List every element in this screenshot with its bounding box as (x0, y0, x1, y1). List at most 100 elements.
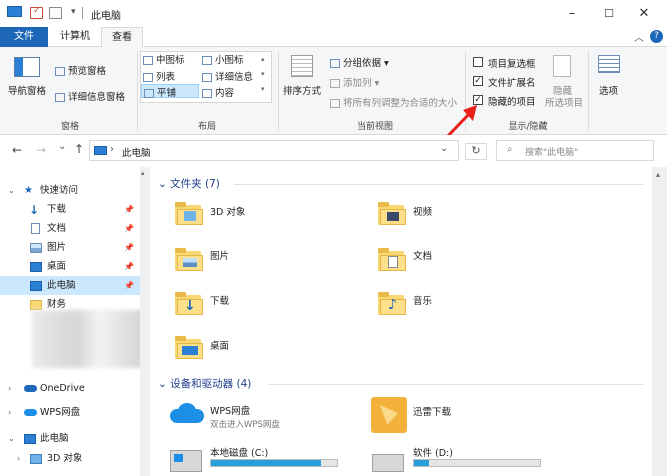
computer-icon (7, 6, 22, 17)
address-path[interactable]: 此电脑 (122, 145, 151, 159)
add-columns-button[interactable]: 添加列 ▾ (330, 75, 379, 89)
forward-button[interactable]: → (36, 143, 46, 157)
ribbon-collapse-button[interactable]: ︿ (634, 29, 644, 44)
item-checkboxes-checkbox[interactable] (473, 57, 483, 67)
nav-this-pc[interactable]: ⌄ 此电脑 (0, 429, 140, 448)
group-label-panes: 窗格 (60, 122, 79, 132)
nav-quick-access[interactable]: ⌄ ★ 快速访问 (0, 181, 140, 200)
options-button[interactable]: 选项 (599, 83, 618, 97)
folder-item-label[interactable]: 3D 对象 (210, 204, 245, 218)
collapse-chevron-icon: › (8, 408, 12, 417)
address-bar[interactable]: › 此电脑 ⌄ (89, 140, 459, 161)
folder-downloads-icon[interactable]: ↓ (175, 291, 203, 315)
drive-d-label[interactable]: 软件 (D:) (413, 445, 453, 459)
details-icon (202, 73, 212, 82)
search-icon: ⌕ (507, 144, 513, 155)
folder-videos-icon[interactable] (378, 201, 406, 225)
nav-onedrive[interactable]: › OneDrive (0, 379, 140, 398)
preview-pane-button[interactable]: 预览窗格 (55, 63, 106, 77)
drive-d-icon[interactable] (372, 454, 404, 472)
back-button[interactable]: ← (12, 143, 22, 157)
drive-c-label[interactable]: 本地磁盘 (C:) (210, 445, 268, 459)
cube-icon (30, 454, 42, 464)
xunlei-icon[interactable] (371, 397, 407, 433)
search-box[interactable]: ⌕ 搜索"此电脑" (496, 140, 654, 161)
nav-item-pictures[interactable]: 图片 📌 (0, 238, 140, 257)
refresh-button[interactable]: ↻ (465, 143, 487, 160)
layout-scroll-arrows[interactable]: ▴ ▾ ▾ (261, 52, 265, 97)
cloud-icon (24, 385, 37, 392)
nav-item-documents[interactable]: 文档 📌 (0, 219, 140, 238)
recent-locations-button[interactable]: ⌄ (58, 141, 66, 152)
medium-icons-icon (143, 56, 153, 65)
details-pane-button[interactable]: 详细信息窗格 (55, 89, 125, 103)
folder-item-label[interactable]: 图片 (210, 248, 229, 262)
folder-item-label[interactable]: 下载 (210, 293, 229, 307)
folder-item-label[interactable]: 文档 (413, 248, 432, 262)
folder-item-label[interactable]: 桌面 (210, 338, 229, 352)
folders-section-label: 文件夹 (7) (170, 178, 220, 190)
nav-item-downloads[interactable]: ↓ 下载 📌 (0, 200, 140, 219)
group-by-icon (330, 59, 340, 68)
drive-c-icon[interactable] (170, 450, 202, 472)
group-by-button[interactable]: 分组依据 ▾ (330, 55, 389, 69)
section-chevron-icon: ⌄ (158, 378, 167, 390)
list-icon (143, 73, 153, 82)
layout-medium-icons[interactable]: 中图标 (143, 52, 185, 66)
folder-music-icon[interactable]: ♪ (378, 291, 406, 315)
nav-wps[interactable]: › WPS网盘 (0, 403, 140, 422)
section-divider (234, 184, 644, 185)
nav-quick-access-label: 快速访问 (40, 185, 79, 196)
wps-drive-label[interactable]: WPS网盘 (210, 403, 250, 417)
tab-computer[interactable]: 计算机 (50, 27, 100, 47)
folder-desktop-icon[interactable] (175, 335, 203, 359)
navigation-pane-button[interactable]: 导航窗格 (8, 83, 46, 97)
nav-item-desktop[interactable]: 桌面 📌 (0, 257, 140, 276)
new-folder-icon[interactable] (49, 7, 62, 19)
file-extensions-checkbox[interactable]: ✓ (473, 76, 483, 86)
nav-3d-objects[interactable]: › 3D 对象 (0, 449, 140, 468)
pin-icon: 📌 (124, 205, 134, 214)
pin-icon: 📌 (124, 262, 134, 271)
layout-content[interactable]: 内容 (202, 85, 234, 99)
group-label-show-hide: 显示/隐藏 (508, 122, 548, 132)
folder-item-label[interactable]: 音乐 (413, 293, 432, 307)
help-button[interactable]: ? (650, 30, 663, 43)
folder-item-label[interactable]: 视频 (413, 204, 432, 218)
nav-item-this-pc[interactable]: 此电脑 📌 (0, 276, 140, 295)
address-dropdown[interactable]: ⌄ (440, 143, 448, 154)
sort-by-button[interactable]: 排序方式 (283, 83, 321, 97)
layout-small-icons[interactable]: 小图标 (202, 52, 244, 66)
wps-drive-subtitle: 双击进入WPS网盘 (210, 420, 280, 430)
pin-icon: 📌 (124, 224, 134, 233)
tab-view[interactable]: 查看 (101, 27, 143, 48)
this-pc-icon (94, 146, 107, 155)
properties-icon[interactable]: ✓ (30, 6, 43, 19)
folders-section-header[interactable]: ⌄ 文件夹 (7) (158, 176, 220, 191)
expand-chevron-icon: ⌄ (8, 434, 15, 443)
search-placeholder: 搜索"此电脑" (525, 148, 579, 158)
up-button[interactable]: ↑ (74, 142, 84, 156)
close-button[interactable]: ✕ (621, 2, 667, 24)
nav-item-label: 此电脑 (47, 280, 76, 291)
folder-pictures-icon[interactable] (175, 247, 203, 271)
drive-c-usage-fill (211, 460, 321, 466)
wps-cloud-icon[interactable] (170, 403, 204, 423)
group-label-current-view: 当前视图 (356, 122, 393, 132)
folder-documents-icon[interactable] (378, 247, 406, 271)
layout-tiles[interactable]: 平铺 (141, 84, 199, 99)
drive-d-usage-fill (414, 460, 430, 466)
folder-3d-objects-icon[interactable] (175, 201, 203, 225)
xunlei-label[interactable]: 迅雷下载 (413, 404, 451, 418)
devices-section-header[interactable]: ⌄ 设备和驱动器 (4) (158, 376, 251, 391)
star-icon: ★ (24, 185, 33, 196)
layout-list[interactable]: 列表 (143, 69, 175, 83)
content-icon (202, 89, 212, 98)
nav-onedrive-label: OneDrive (40, 383, 85, 394)
hidden-items-label: 隐藏的项目 (488, 97, 536, 108)
tab-file[interactable]: 文件 (0, 27, 48, 47)
content-scrollbar[interactable]: ▴ (652, 167, 667, 476)
layout-details[interactable]: 详细信息 (202, 69, 253, 83)
qat-dropdown[interactable]: ▾ (71, 7, 76, 17)
nav-scrollbar[interactable]: ▴ (140, 167, 150, 476)
